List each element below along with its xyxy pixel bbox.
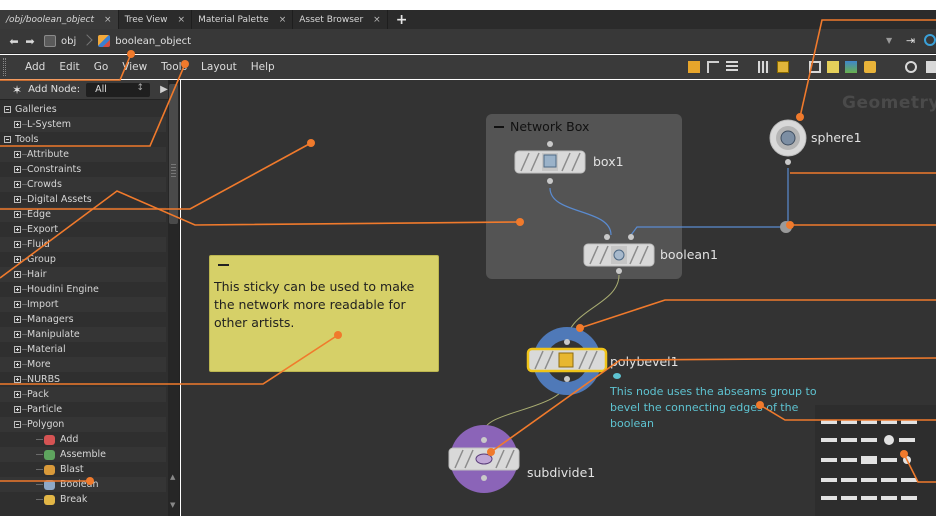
callout-overlay: [0, 19, 936, 485]
network-editor-window: { "tabs": [ {"label": "/obj/boolean_obje…: [0, 0, 936, 516]
callout-lines: [0, 19, 936, 483]
